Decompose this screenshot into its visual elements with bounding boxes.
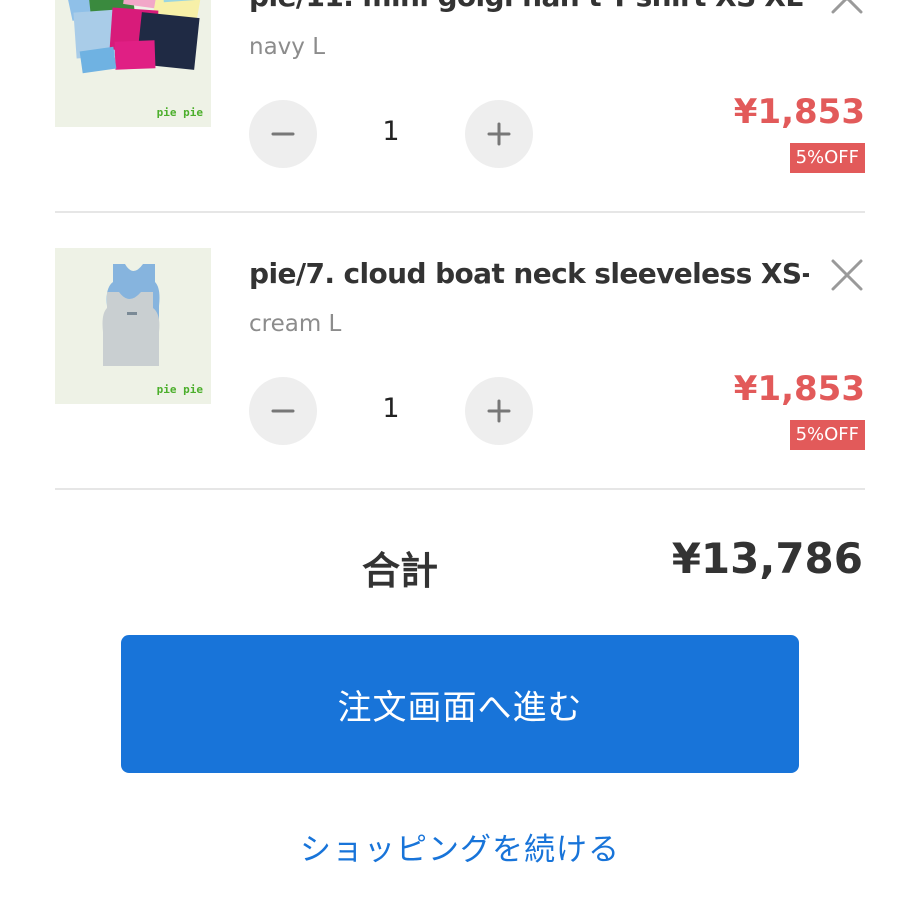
increase-quantity-button[interactable] bbox=[465, 377, 533, 445]
minus-icon bbox=[271, 409, 295, 413]
quantity-value: 1 bbox=[382, 393, 400, 424]
decrease-quantity-button[interactable] bbox=[249, 377, 317, 445]
item-variant: cream L bbox=[249, 311, 342, 337]
cart-item: pie pie pie/7. cloud boat neck sleeveles… bbox=[55, 213, 865, 490]
quantity-value: 1 bbox=[382, 116, 400, 147]
item-variant: navy L bbox=[249, 34, 326, 60]
increase-quantity-button[interactable] bbox=[465, 100, 533, 168]
decrease-quantity-button[interactable] bbox=[249, 100, 317, 168]
plus-icon bbox=[487, 399, 511, 423]
close-icon bbox=[831, 259, 863, 291]
remove-item-button[interactable] bbox=[829, 0, 865, 16]
remove-item-button[interactable] bbox=[829, 257, 865, 293]
discount-badge: 5%OFF bbox=[789, 143, 865, 173]
item-name[interactable]: pie/7. cloud boat neck sleeveless XS-XL bbox=[249, 257, 809, 290]
item-price: ¥1,853 bbox=[733, 92, 865, 132]
close-icon bbox=[831, 0, 863, 14]
item-name[interactable]: pie/11. mini goigi nan t T-shirt XS-XL bbox=[249, 0, 809, 13]
brand-watermark: pie pie bbox=[156, 106, 203, 119]
total-value: ¥13,786 bbox=[671, 534, 863, 583]
checkout-button[interactable]: 注文画面へ進む bbox=[121, 635, 799, 773]
item-price: ¥1,853 bbox=[733, 369, 865, 409]
product-thumbnail[interactable]: pie pie bbox=[55, 0, 211, 127]
product-thumbnail[interactable]: pie pie bbox=[55, 248, 211, 404]
continue-shopping-link[interactable]: ショッピングを続ける bbox=[0, 824, 920, 869]
sleeveless-tops-image bbox=[55, 248, 211, 404]
discount-badge: 5%OFF bbox=[789, 420, 865, 450]
total-label: 合計 bbox=[362, 549, 439, 593]
cart-page: pie pie pie/11. mini goigi nan t T-shirt… bbox=[0, 0, 920, 920]
brand-watermark: pie pie bbox=[156, 383, 203, 396]
plus-icon bbox=[487, 122, 511, 146]
minus-icon bbox=[271, 132, 295, 136]
cart-item: pie pie pie/11. mini goigi nan t T-shirt… bbox=[55, 0, 865, 213]
